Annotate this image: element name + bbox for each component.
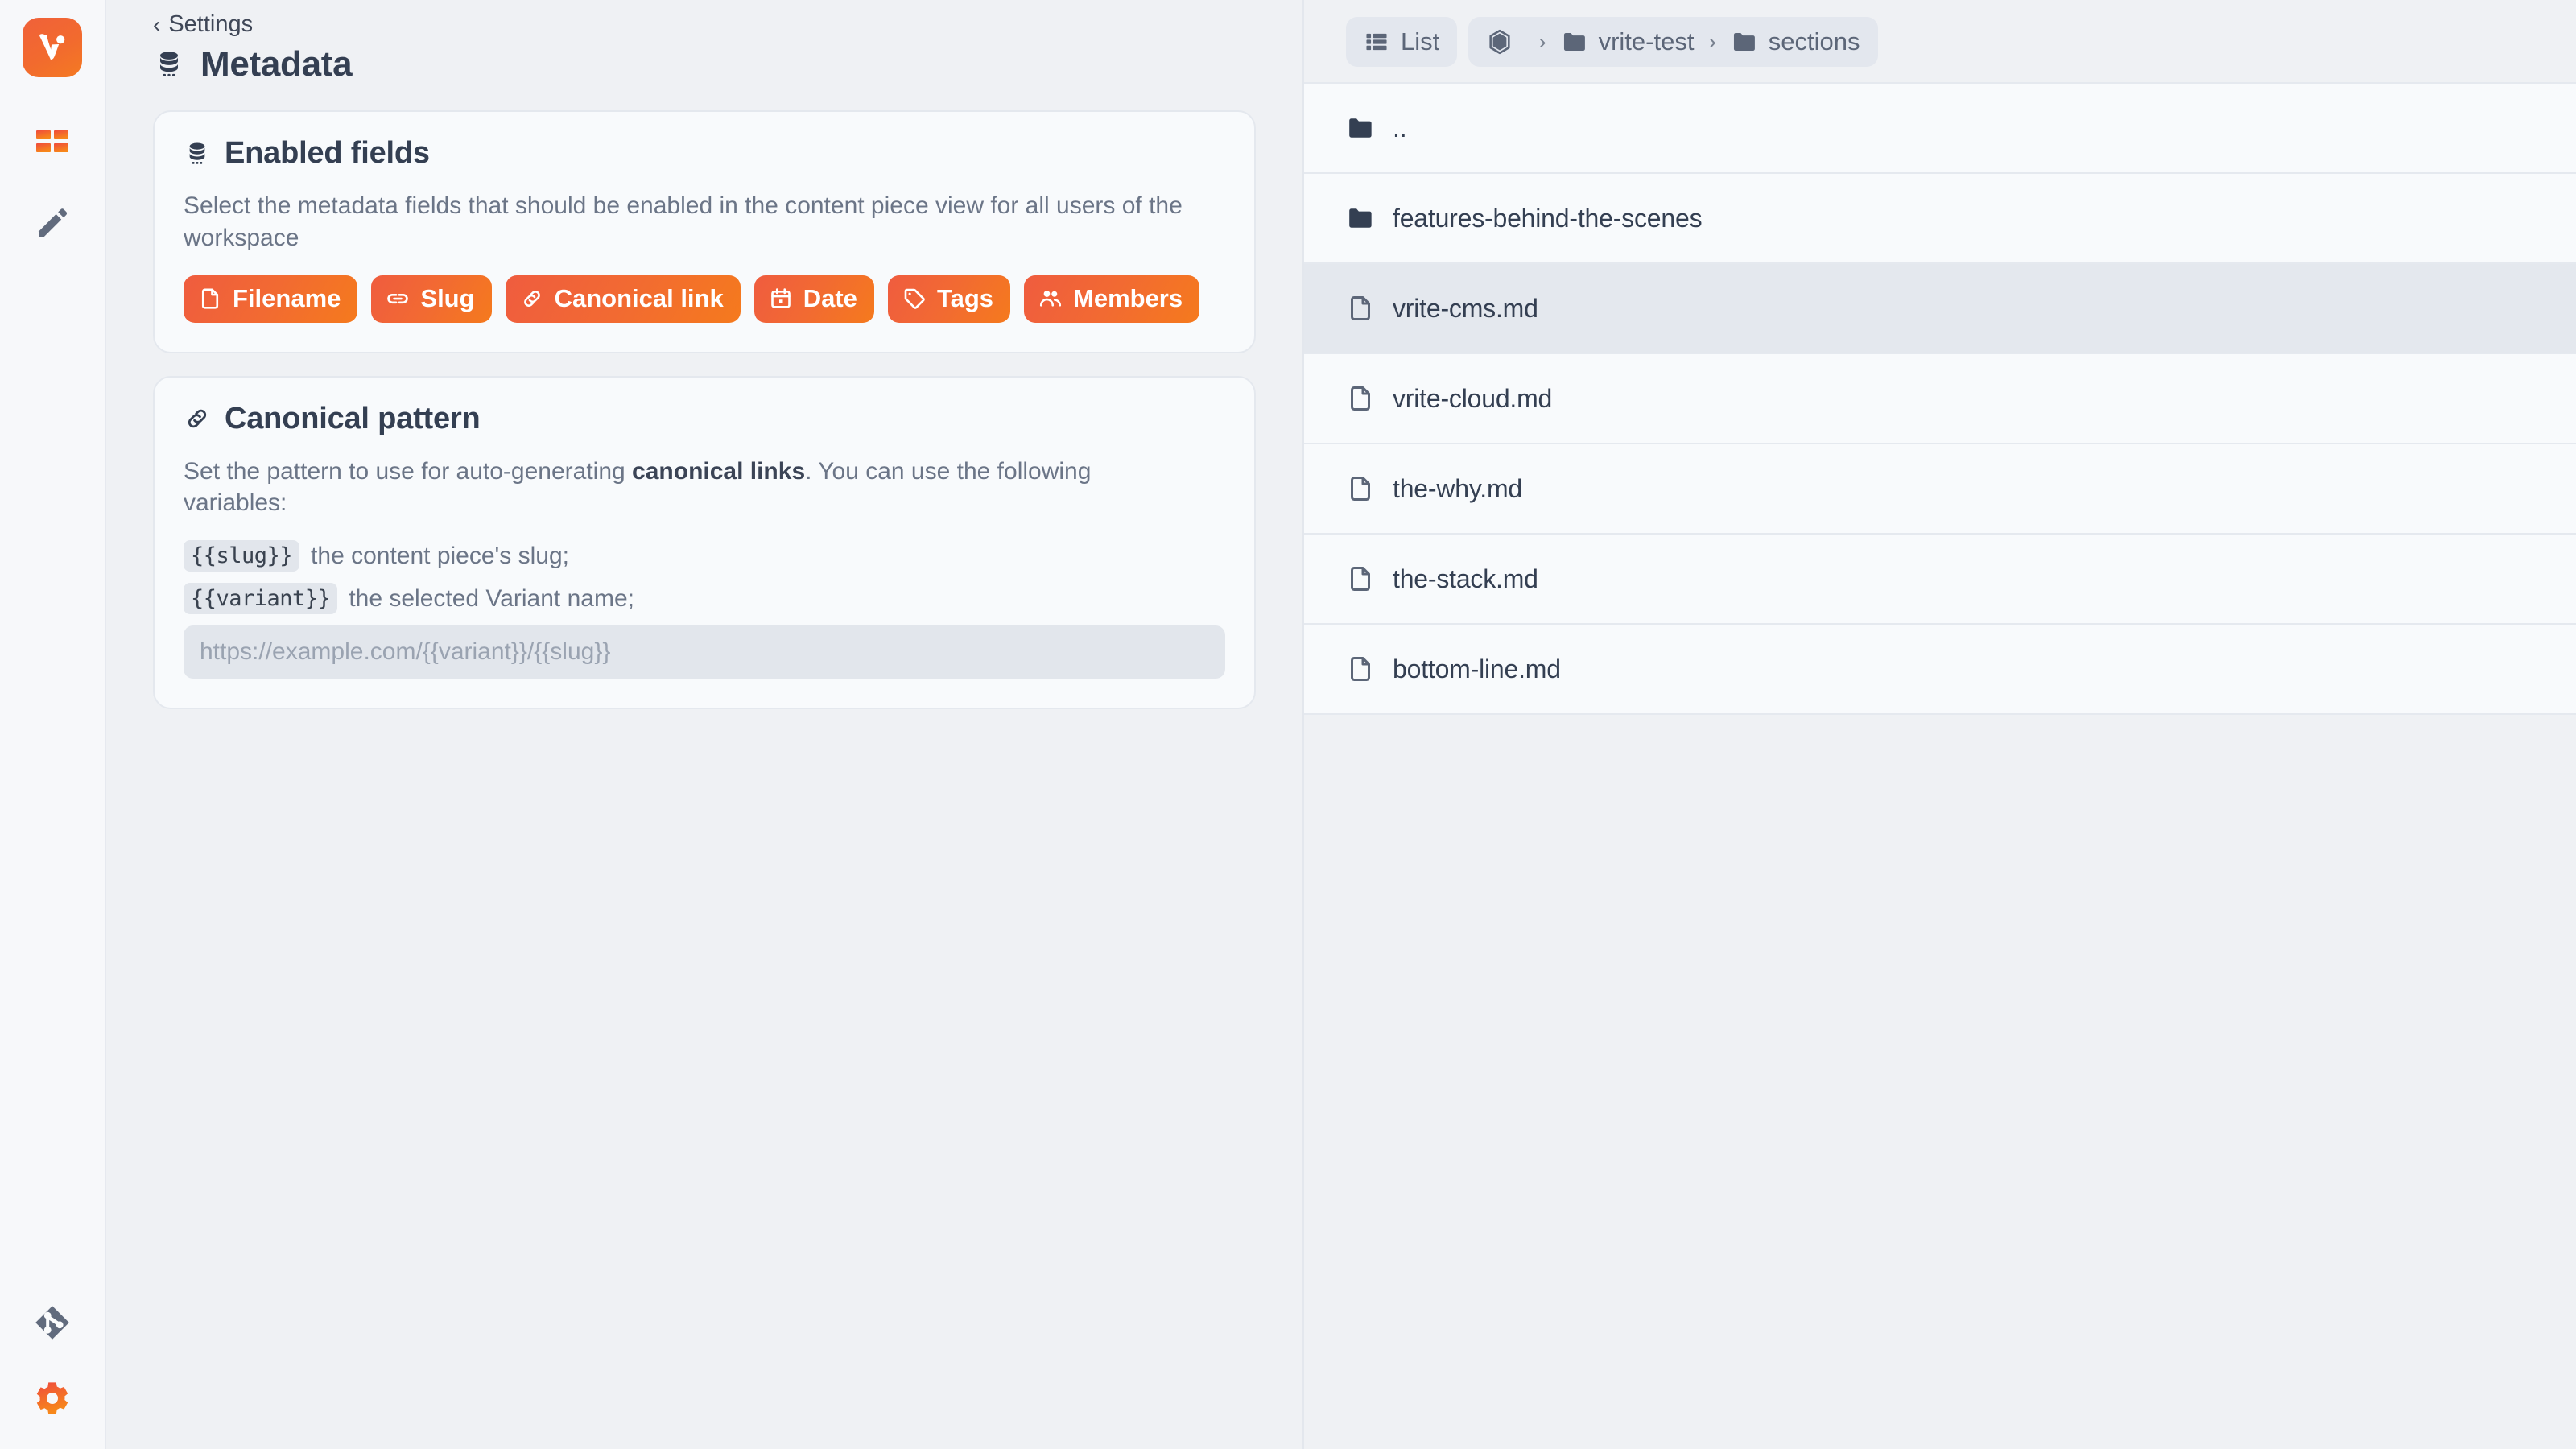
sidebar-item-editor[interactable] [23, 193, 82, 253]
chip-members[interactable]: Members [1024, 275, 1200, 323]
row-label: vrite-cms.md [1393, 293, 1538, 323]
table-row[interactable]: features-behind-the-scenes [1304, 172, 2576, 264]
row-label: the-why.md [1393, 473, 1523, 503]
chip-canonical-link[interactable]: Canonical link [505, 275, 741, 323]
link-icon [184, 405, 211, 432]
settings-header: ‹ Settings Metadata [153, 0, 1256, 85]
link-chain-icon [386, 287, 410, 311]
git-branch-icon [35, 1306, 69, 1340]
variable-description: the selected Variant name; [349, 584, 634, 612]
calendar-icon [769, 287, 793, 311]
chip-label: Canonical link [554, 283, 724, 312]
file-icon [198, 287, 222, 311]
chip-date[interactable]: Date [753, 275, 874, 323]
vrite-logo[interactable] [23, 18, 82, 77]
back-to-settings-button[interactable]: ‹ Settings [153, 11, 253, 38]
pencil-icon [39, 208, 68, 237]
table-row[interactable]: vrite-cms.md [1304, 262, 2576, 354]
variable-list: {{slug}} the content piece's slug; {{var… [184, 540, 1225, 615]
row-label: .. [1393, 113, 1407, 142]
desc-bold: canonical links [632, 457, 806, 485]
folder-icon [1731, 28, 1758, 56]
row-label: vrite-cloud.md [1393, 383, 1553, 413]
row-label: features-behind-the-scenes [1393, 203, 1703, 233]
breadcrumb-item-sections[interactable]: sections [1731, 27, 1860, 56]
tag-icon [902, 287, 927, 311]
chip-label: Tags [936, 283, 993, 312]
sidebar-item-settings[interactable] [23, 1368, 82, 1428]
link-icon [520, 287, 544, 311]
chip-filename[interactable]: Filename [184, 275, 358, 323]
breadcrumb-separator: › [1708, 29, 1716, 54]
hexagon-icon [1486, 28, 1513, 56]
breadcrumb-item-workspace[interactable] [1486, 28, 1524, 56]
app-root: ‹ Settings Metadata Enabled fields Selec… [0, 0, 2576, 1449]
canonical-pattern-input[interactable] [184, 625, 1225, 679]
breadcrumb: › vrite-test › sections [1468, 17, 1878, 67]
folder-icon [1346, 114, 1375, 142]
table-row[interactable]: the-why.md [1304, 443, 2576, 535]
breadcrumb-separator: › [1538, 29, 1546, 54]
members-icon [1038, 287, 1063, 311]
list-icon [1364, 29, 1389, 55]
file-icon [1346, 564, 1375, 593]
chip-slug[interactable]: Slug [371, 275, 492, 323]
gear-icon [36, 1382, 68, 1414]
view-mode-list-button[interactable]: List [1346, 17, 1458, 67]
enabled-fields-description: Select the metadata fields that should b… [184, 192, 1183, 251]
folder-icon [1561, 28, 1588, 56]
vrite-logo-glyph [39, 34, 65, 60]
variable-code: {{variant}} [184, 583, 338, 615]
enabled-fields-header: Enabled fields [184, 136, 1225, 171]
canonical-pattern-header: Canonical pattern [184, 402, 1225, 436]
breadcrumb-label: sections [1768, 27, 1860, 56]
chip-label: Date [803, 283, 857, 312]
sidebar-item-dashboard[interactable] [23, 116, 82, 175]
enabled-fields-card: Enabled fields Select the metadata field… [153, 110, 1256, 353]
enabled-fields-title: Enabled fields [225, 136, 430, 170]
variable-code: {{slug}} [184, 540, 300, 572]
chip-tags[interactable]: Tags [887, 275, 1010, 323]
database-stack-icon [184, 140, 211, 167]
explorer-toolbar: List › vrite-test › sections [1304, 0, 2576, 84]
table-row[interactable]: the-stack.md [1304, 533, 2576, 625]
breadcrumb-label: vrite-test [1598, 27, 1695, 56]
row-label: bottom-line.md [1393, 654, 1561, 683]
file-icon [1346, 384, 1375, 413]
explorer-panel: List › vrite-test › sections .. features… [1304, 0, 2576, 1449]
sidebar-item-git[interactable] [23, 1293, 82, 1352]
chip-label: Members [1073, 283, 1183, 312]
back-label: Settings [168, 11, 254, 37]
table-row[interactable]: vrite-cloud.md [1304, 353, 2576, 444]
canonical-pattern-description: Set the pattern to use for auto-generati… [184, 456, 1198, 520]
breadcrumb-item-vrite-test[interactable]: vrite-test [1561, 27, 1695, 56]
file-icon [1346, 294, 1375, 323]
table-row[interactable]: .. [1304, 82, 2576, 174]
file-icon [1346, 654, 1375, 683]
chip-label: Filename [233, 283, 341, 312]
dashboard-grid-icon [36, 130, 68, 152]
view-mode-label: List [1401, 27, 1440, 56]
file-icon [1346, 474, 1375, 503]
variable-slug: {{slug}} the content piece's slug; [184, 540, 1225, 572]
chevron-left-icon: ‹ [153, 11, 161, 37]
settings-panel: ‹ Settings Metadata Enabled fields Selec… [106, 0, 1304, 1449]
variable-variant: {{variant}} the selected Variant name; [184, 583, 1225, 615]
folder-icon [1346, 204, 1375, 233]
desc-part-1: Set the pattern to use for auto-generati… [184, 457, 633, 485]
file-list: .. features-behind-the-scenes vrite-cms.… [1304, 82, 2576, 1449]
canonical-pattern-card: Canonical pattern Set the pattern to use… [153, 375, 1256, 710]
chip-label: Slug [420, 283, 475, 312]
page-title: Metadata [200, 44, 353, 84]
sidebar-bottom-group [23, 1293, 82, 1428]
enabled-fields-chip-list: Filename Slug Canonical link Date Tags M… [184, 275, 1225, 323]
table-row[interactable]: bottom-line.md [1304, 623, 2576, 715]
sidebar-rail [0, 0, 106, 1449]
canonical-pattern-title: Canonical pattern [225, 401, 481, 436]
variable-description: the content piece's slug; [311, 542, 569, 569]
database-stack-icon [153, 48, 185, 80]
page-title-row: Metadata [153, 44, 1256, 85]
row-label: the-stack.md [1393, 564, 1538, 593]
